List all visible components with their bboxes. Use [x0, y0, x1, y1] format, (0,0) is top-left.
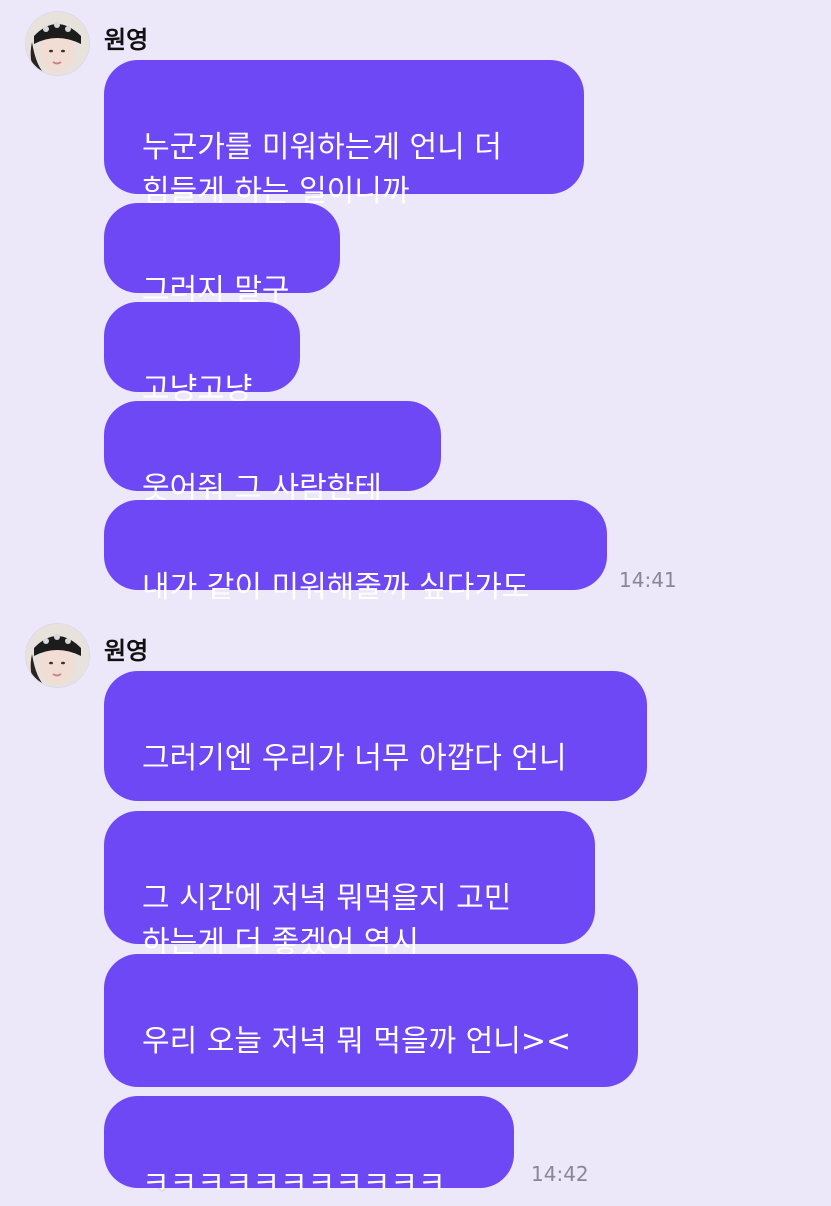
message-text: 우리 오늘 저녁 뭐 먹을까 언니><	[142, 1024, 572, 1059]
message-bubble[interactable]: 우리 오늘 저녁 뭐 먹을까 언니><	[104, 954, 638, 1192]
message-text: 누군가를 미워하는게 언니 더 힘들게 하는 일이니까	[142, 130, 502, 209]
message-bubble[interactable]: 누군가를 미워하는게 언니 더 힘들게 하는 일이니까	[104, 60, 584, 209]
message-text: 그러기엔 우리가 너무 아깝다 언니	[142, 741, 567, 776]
message-bubble[interactable]: ㅋㅋㅋㅋㅋㅋㅋㅋㅋㅋㅋ	[104, 1096, 514, 1201]
profile-photo-icon	[26, 12, 89, 75]
avatar[interactable]	[26, 12, 89, 75]
message-bubble[interactable]: 그 시간에 저녁 뭐먹을지 고민 하는게 더 좋겠어 역시	[104, 811, 595, 960]
message-timestamp: 14:41	[619, 568, 677, 592]
message-text: 그 시간에 저녁 뭐먹을지 고민 하는게 더 좋겠어 역시	[142, 881, 512, 960]
message-bubble[interactable]: 내가 같이 미워해줄까 싶다가도	[104, 500, 607, 605]
message-bubble[interactable]: 웃어줘 그 사람한테	[104, 401, 441, 506]
message-bubble[interactable]: 그러지 말구	[104, 203, 340, 308]
message-bubble[interactable]: 고냥고냥	[104, 302, 300, 407]
message-text: ㅋㅋㅋㅋㅋㅋㅋㅋㅋㅋㅋ	[142, 1166, 446, 1201]
avatar[interactable]	[26, 624, 89, 687]
message-text: 내가 같이 미워해줄까 싶다가도	[142, 570, 530, 605]
message-bubble[interactable]: 그러기엔 우리가 너무 아깝다 언니	[104, 671, 647, 909]
sender-name: 원영	[104, 26, 149, 54]
profile-photo-icon	[26, 624, 89, 687]
message-timestamp: 14:42	[531, 1162, 589, 1186]
sender-name: 원영	[104, 637, 149, 665]
